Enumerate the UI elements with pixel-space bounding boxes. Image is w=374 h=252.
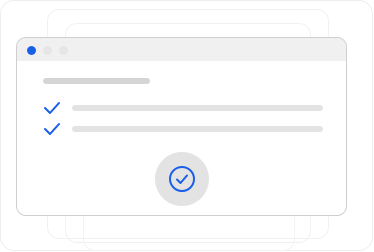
- window-titlebar: [17, 38, 346, 61]
- checklist-item: [43, 100, 323, 116]
- app-window: [16, 37, 347, 216]
- illustration-card: [0, 0, 373, 251]
- window-maximize-dot[interactable]: [59, 46, 68, 55]
- text-placeholder: [72, 105, 323, 111]
- window-minimize-dot[interactable]: [43, 46, 52, 55]
- check-icon: [43, 100, 61, 116]
- window-close-dot[interactable]: [27, 46, 36, 55]
- check-circle-icon: [169, 166, 195, 192]
- check-icon: [43, 121, 61, 137]
- text-placeholder: [72, 126, 323, 132]
- confirm-button[interactable]: [155, 152, 209, 206]
- checklist-item: [43, 121, 323, 137]
- heading-placeholder: [43, 78, 150, 84]
